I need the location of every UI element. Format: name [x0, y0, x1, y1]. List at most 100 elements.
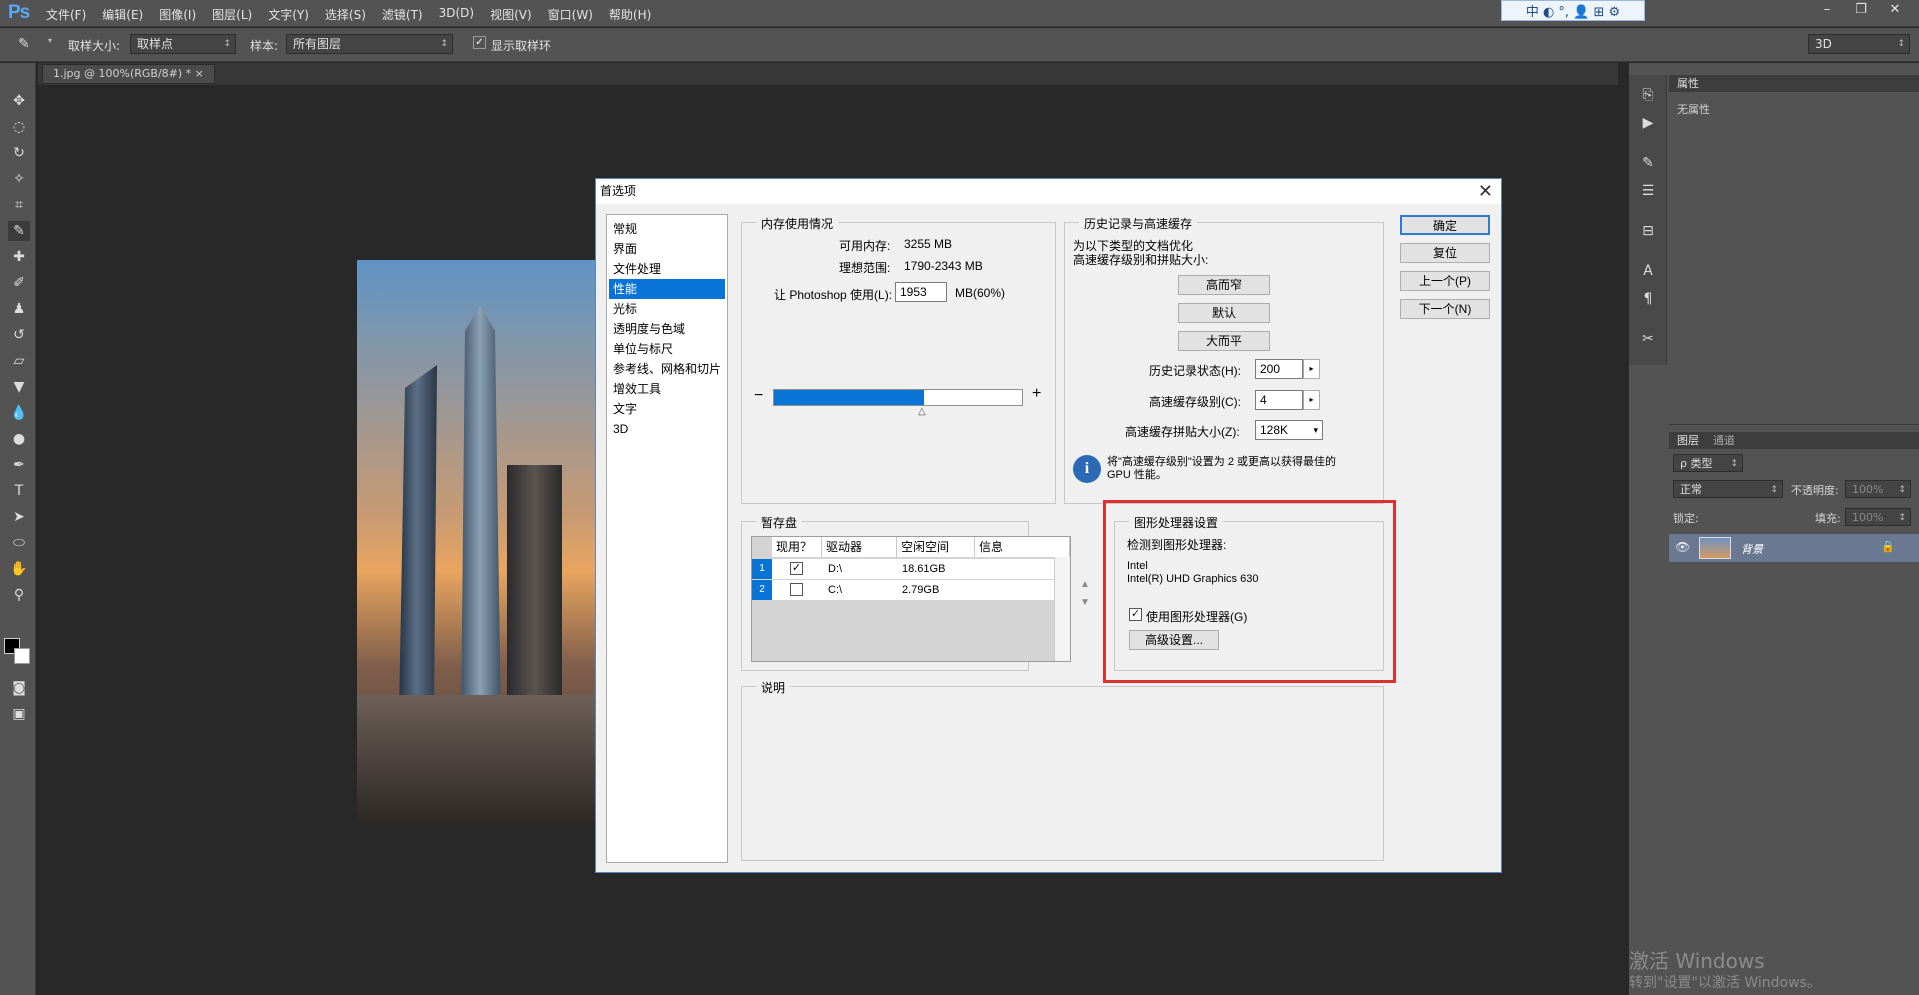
workspace-select[interactable]: 3D [1808, 34, 1910, 54]
paint-bucket-icon[interactable]: ▼ [8, 377, 30, 397]
blur-tool-icon[interactable]: 💧 [8, 403, 30, 423]
menu-item[interactable]: 视图(V) [490, 6, 532, 23]
lasso-tool-icon[interactable]: ↻ [8, 143, 30, 163]
close-icon[interactable]: ✕ [1478, 181, 1493, 202]
table-row[interactable]: 1 ✓ D:\ 18.61GB [752, 559, 1054, 579]
paragraph-panel-icon[interactable]: ¶ [1637, 289, 1659, 309]
column-header[interactable]: 信息 [975, 537, 1070, 557]
next-button[interactable]: 下一个(N) [1400, 299, 1490, 319]
menu-item[interactable]: 文件(F) [46, 6, 86, 23]
restore-icon[interactable]: ❐ [1846, 1, 1876, 19]
memory-slider-track[interactable] [773, 389, 1023, 406]
brush-tool-icon[interactable]: ✐ [8, 273, 30, 293]
category-item[interactable]: 性能 [609, 279, 725, 299]
quick-select-icon[interactable]: ✧ [8, 169, 30, 189]
category-item[interactable]: 文字 [609, 399, 725, 419]
category-item[interactable]: 参考线、网格和切片 [609, 359, 725, 379]
screen-mode-icon[interactable]: ▣ [8, 704, 30, 724]
category-item[interactable]: 增效工具 [609, 379, 725, 399]
menu-item[interactable]: 3D(D) [439, 6, 474, 23]
healing-brush-icon[interactable]: ✚ [8, 247, 30, 267]
menu-item[interactable]: 窗口(W) [548, 6, 593, 23]
chevron-down-icon[interactable]: ▾ [48, 36, 52, 45]
menu-item[interactable]: 滤镜(T) [382, 6, 423, 23]
close-window-icon[interactable]: ✕ [1880, 1, 1910, 19]
ime-toolbar[interactable]: 中 ◐ °, 👤 ⊞ ⚙ [1501, 0, 1645, 21]
column-header[interactable]: 空闲空间 [897, 537, 975, 557]
pen-tool-icon[interactable]: ✒ [8, 455, 30, 475]
background-color-swatch[interactable] [14, 648, 30, 664]
eyedropper-tool-icon[interactable]: ✎ [8, 221, 30, 241]
category-item[interactable]: 光标 [609, 299, 725, 319]
move-tool-icon[interactable]: ✥ [8, 91, 30, 111]
opacity-field[interactable]: 100% [1845, 480, 1911, 499]
visibility-eye-icon[interactable]: 👁 [1675, 540, 1690, 554]
tab-channels[interactable]: 通道 [1713, 432, 1735, 449]
menu-item[interactable]: 编辑(E) [102, 6, 143, 23]
default-button[interactable]: 默认 [1178, 303, 1270, 323]
menu-item[interactable]: 选择(S) [325, 6, 366, 23]
table-row[interactable]: 2 C:\ 2.79GB [752, 580, 1054, 600]
category-item[interactable]: 单位与标尺 [609, 339, 725, 359]
path-select-icon[interactable]: ➤ [8, 507, 30, 527]
memory-slider-handle[interactable]: △ [918, 406, 926, 417]
active-checkbox[interactable]: ✓ [790, 562, 803, 575]
photoshop-use-input[interactable]: 1953 [895, 282, 947, 302]
cache-levels-stepper[interactable]: ▸ [1303, 390, 1320, 410]
menu-item[interactable]: 帮助(H) [609, 6, 651, 23]
category-item[interactable]: 3D [609, 419, 725, 439]
adjustments-panel-icon[interactable]: ☰ [1637, 181, 1659, 201]
cache-levels-input[interactable]: 4 [1255, 390, 1303, 410]
zoom-tool-icon[interactable]: ⚲ [8, 585, 30, 605]
stamp-tool-icon[interactable]: ♟ [8, 299, 30, 319]
category-item[interactable]: 界面 [609, 239, 725, 259]
show-ring-checkbox[interactable]: ✓ [473, 36, 486, 49]
info-panel-icon[interactable]: ⊟ [1637, 221, 1659, 241]
history-states-input[interactable]: 200 [1255, 359, 1303, 379]
quick-mask-icon[interactable]: ◙ [8, 678, 30, 698]
fill-field[interactable]: 100% [1845, 508, 1911, 527]
hand-tool-icon[interactable]: ✋ [8, 559, 30, 579]
column-header[interactable]: 现用？ [772, 537, 822, 557]
tile-size-select[interactable]: 128K ▾ [1255, 420, 1323, 440]
active-checkbox[interactable] [790, 583, 803, 596]
big-flat-button[interactable]: 大而平 [1178, 331, 1270, 351]
move-down-icon[interactable]: ▼ [1080, 597, 1090, 608]
menu-item[interactable]: 图层(L) [212, 6, 252, 23]
dodge-tool-icon[interactable]: ● [8, 429, 30, 449]
minimize-icon[interactable]: – [1812, 1, 1842, 19]
crop-tool-icon[interactable]: ⌗ [8, 195, 30, 215]
marquee-tool-icon[interactable]: ◌ [8, 117, 30, 137]
previous-button[interactable]: 上一个(P) [1400, 271, 1490, 291]
actions-panel-icon[interactable]: ▶ [1637, 113, 1659, 133]
move-up-icon[interactable]: ▲ [1080, 579, 1090, 590]
history-panel-icon[interactable]: ⎘ [1637, 85, 1659, 105]
category-item[interactable]: 文件处理 [609, 259, 725, 279]
tab-layers[interactable]: 图层 [1677, 432, 1699, 449]
category-item[interactable]: 透明度与色域 [609, 319, 725, 339]
sample-select[interactable]: 所有图层 [286, 34, 453, 54]
sample-size-select[interactable]: 取样点 [130, 34, 236, 54]
menu-item[interactable]: 图像(I) [159, 6, 196, 23]
table-scrollbar[interactable] [1054, 557, 1070, 661]
menu-item[interactable]: 文字(Y) [268, 6, 309, 23]
layer-row[interactable]: 👁 背景 🔒 [1669, 534, 1919, 562]
category-item[interactable]: 常规 [609, 219, 725, 239]
character-panel-icon[interactable]: A [1637, 261, 1659, 281]
tall-narrow-button[interactable]: 高而窄 [1178, 275, 1270, 295]
tool-presets-icon[interactable]: ✂ [1637, 329, 1659, 349]
blend-mode-select[interactable]: 正常 [1673, 480, 1783, 499]
eraser-tool-icon[interactable]: ▱ [8, 351, 30, 371]
column-header[interactable]: 驱动器 [822, 537, 897, 557]
reset-button[interactable]: 复位 [1400, 243, 1490, 263]
brush-panel-icon[interactable]: ✎ [1637, 153, 1659, 173]
type-tool-icon[interactable]: T [8, 481, 30, 501]
layer-kind-filter[interactable]: ρ 类型 [1673, 454, 1743, 473]
document-tab[interactable]: 1.jpg @ 100%(RGB/8#) * × [42, 64, 215, 84]
history-brush-icon[interactable]: ↺ [8, 325, 30, 345]
eyedropper-icon[interactable]: ✎ [18, 36, 30, 52]
history-states-stepper[interactable]: ▸ [1303, 359, 1320, 379]
shape-tool-icon[interactable]: ⬭ [8, 533, 30, 553]
decrease-memory-button[interactable]: − [754, 387, 763, 405]
ok-button[interactable]: 确定 [1400, 215, 1490, 235]
